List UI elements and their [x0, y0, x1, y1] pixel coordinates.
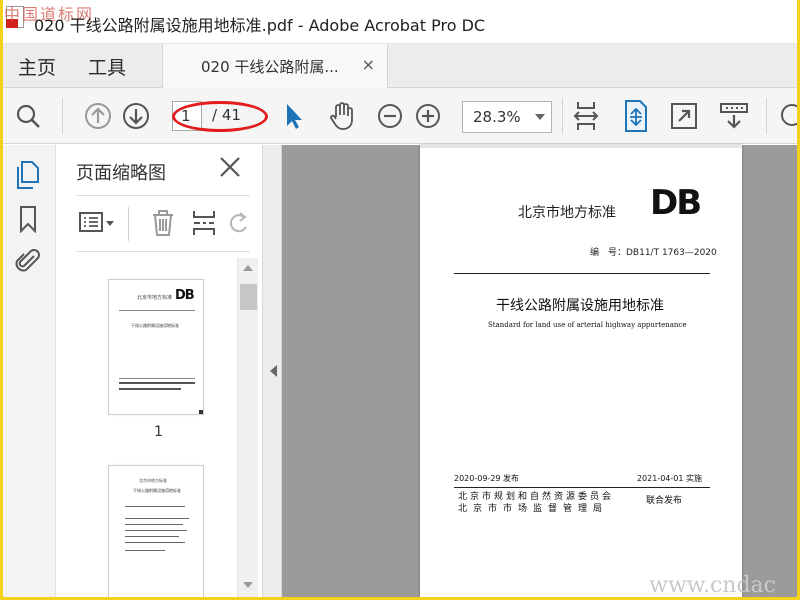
- options-menu-icon[interactable]: [78, 209, 116, 241]
- divider: [128, 207, 129, 241]
- thumbnail-pane-title: 页面缩略图: [76, 163, 166, 184]
- standard-title-en: Standard for land use of arterial highwa…: [488, 321, 687, 329]
- next-page-icon[interactable]: [120, 100, 152, 132]
- thumbnail-corner-handle: [199, 410, 203, 414]
- fit-page-icon[interactable]: [620, 100, 652, 132]
- previous-page-icon[interactable]: [82, 100, 114, 132]
- joint-release: 联合发布: [646, 496, 683, 506]
- tab-home[interactable]: 主页: [18, 53, 56, 80]
- fit-width-icon[interactable]: [570, 100, 602, 132]
- divider: [76, 195, 250, 196]
- thumbnail-db: DB: [175, 288, 195, 303]
- left-rail: [0, 145, 56, 600]
- bookmark-icon[interactable]: [12, 203, 44, 235]
- rotate-icon[interactable]: [228, 209, 250, 241]
- db-mark: DB: [650, 183, 702, 223]
- thumbnail-text-line: [119, 388, 181, 390]
- thumbnail-text-line: [125, 506, 185, 507]
- read-mode-icon[interactable]: [718, 100, 750, 132]
- thumbnail-header: 北京市地方标准: [139, 478, 167, 483]
- pdf-page: 北京市地方标准 DB 编 号：DB11/T 1763—2020 干线公路附属设施…: [420, 145, 742, 600]
- toolbar-separator: [766, 98, 767, 134]
- attachment-icon[interactable]: [12, 245, 44, 277]
- page-thumbnail[interactable]: 北京市地方标准 干线公路附属设施用地标准: [108, 465, 204, 600]
- standard-header: 北京市地方标准: [518, 205, 616, 221]
- hand-tool-icon[interactable]: [326, 100, 358, 132]
- title-bar: 中国道标网 020 干线公路附属设施用地标准.pdf - Adobe Acrob…: [0, 0, 800, 44]
- thumbnail-toolbar: [76, 207, 250, 243]
- thumbnail-page-label: 1: [154, 424, 163, 440]
- collapse-pane-icon[interactable]: [270, 365, 277, 377]
- thumbnail-text-line: [125, 542, 185, 543]
- window-title: 020 干线公路附属设施用地标准.pdf - Adobe Acrobat Pro…: [34, 16, 486, 35]
- zoom-value: 28.3%: [473, 108, 521, 126]
- thumbnail-text-line: [125, 536, 179, 537]
- thumbnail-title: 干线公路附属设施用地标准: [131, 323, 179, 328]
- insert-page-icon[interactable]: [190, 209, 218, 241]
- tab-tools[interactable]: 工具: [88, 53, 126, 80]
- header-rule: [454, 273, 710, 274]
- tab-document-label: 020 干线公路附属...: [201, 58, 339, 76]
- zoom-in-icon[interactable]: [412, 100, 444, 132]
- watermark-bottom: www.cndac: [649, 573, 776, 598]
- thumbnail-text-line: [125, 524, 183, 525]
- thumbnail-scrollbar[interactable]: [237, 258, 258, 597]
- page-thumbnail[interactable]: 北京市地方标准 DB 干线公路附属设施用地标准: [108, 279, 204, 415]
- thumbnail-header: 北京市地方标准: [137, 295, 173, 301]
- implementation-date: 2021-04-01 实施: [636, 474, 702, 483]
- divider: [76, 251, 250, 252]
- tab-document[interactable]: 020 干线公路附属... ×: [162, 44, 388, 88]
- scroll-up-icon[interactable]: [243, 265, 253, 271]
- scroll-down-icon[interactable]: [243, 582, 253, 588]
- issue-date: 2020-09-29 发布: [454, 474, 520, 483]
- thumbnail-text-line: [125, 530, 187, 531]
- scrollbar-thumb[interactable]: [240, 284, 257, 310]
- thumbnail-rule: [119, 378, 195, 379]
- close-tab-icon[interactable]: ×: [362, 55, 375, 74]
- tab-bar: 主页 工具 020 干线公路附属... ×: [0, 44, 800, 88]
- footer-rule: [454, 487, 710, 488]
- standard-number: 编 号：DB11/T 1763—2020: [590, 248, 717, 258]
- document-viewport[interactable]: 北京市地方标准 DB 编 号：DB11/T 1763—2020 干线公路附属设施…: [282, 145, 800, 600]
- pane-splitter[interactable]: [262, 145, 282, 600]
- toolbar: 1 / 41 28.3%: [0, 88, 800, 144]
- search-icon[interactable]: [12, 100, 44, 132]
- thumbnail-title: 干线公路附属设施用地标准: [133, 488, 181, 493]
- thumbnail-text-line: [119, 382, 195, 384]
- chevron-down-icon: [535, 114, 545, 120]
- select-tool-icon[interactable]: [278, 100, 310, 132]
- page-number-highlight: [172, 101, 268, 132]
- toolbar-separator: [62, 98, 63, 134]
- close-icon[interactable]: [218, 155, 242, 179]
- db-logo: DB: [650, 183, 702, 223]
- issuing-org-2: 北京市市场监督管理局: [458, 504, 609, 514]
- zoom-select[interactable]: 28.3%: [462, 101, 552, 133]
- thumbnail-text-line: [125, 518, 189, 519]
- thumbnail-text-line: [125, 550, 165, 551]
- page-thumbnails-icon[interactable]: [12, 159, 44, 191]
- comment-icon[interactable]: [776, 100, 800, 132]
- thumbnail-rule: [119, 310, 195, 311]
- trash-icon[interactable]: [150, 209, 176, 241]
- zoom-out-icon[interactable]: [374, 100, 406, 132]
- thumbnail-pane: 页面缩略图 北京市地方标准 DB 干线公路附属设施用地标准 1 北京市地方标准 …: [56, 145, 262, 600]
- standard-title-cn: 干线公路附属设施用地标准: [496, 298, 664, 314]
- full-screen-icon[interactable]: [668, 100, 700, 132]
- toolbar-separator: [562, 98, 563, 134]
